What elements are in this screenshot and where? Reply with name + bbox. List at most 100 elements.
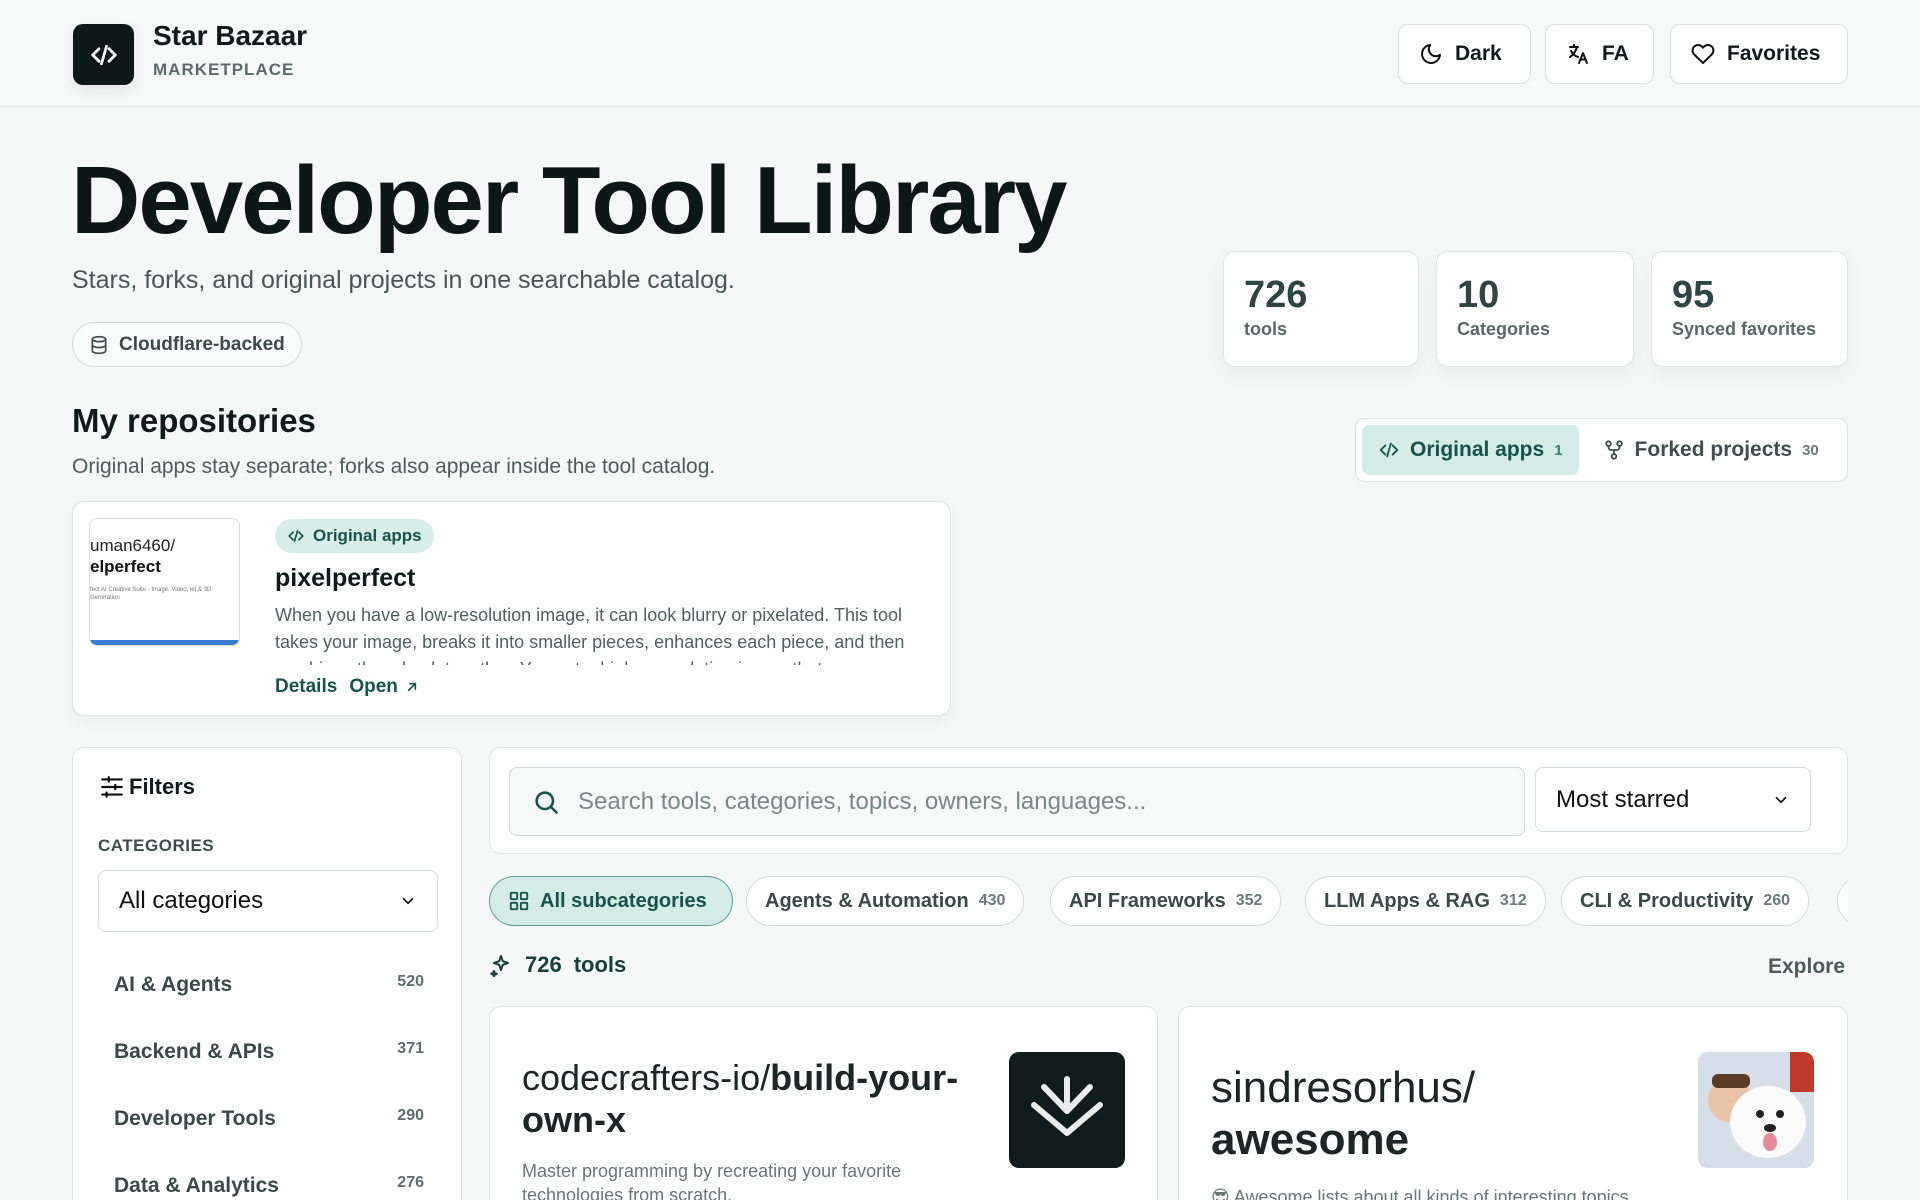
tab-forked-projects[interactable]: Forked projects 30 bbox=[1587, 425, 1835, 475]
chip-cli-productivity[interactable]: CLI & Productivity 260 bbox=[1561, 876, 1810, 926]
chip-count: 352 bbox=[1235, 892, 1263, 909]
filters-label: Filters bbox=[129, 774, 196, 799]
thumbnail-bar bbox=[90, 640, 239, 645]
chip-api-frameworks[interactable]: API Frameworks 352 bbox=[1050, 876, 1282, 926]
brand-subtitle: MARKETPLACE bbox=[153, 60, 295, 79]
chip-label: Agents & Automation bbox=[765, 889, 969, 912]
code-icon bbox=[1379, 442, 1399, 458]
category-count: 371 bbox=[397, 1040, 424, 1057]
category-item-ai-agents[interactable]: AI & Agents 520 bbox=[114, 973, 424, 997]
code-icon bbox=[90, 44, 117, 65]
tool-title[interactable]: sindresorhus/awesome bbox=[1211, 1062, 1671, 1166]
tool-card[interactable]: sindresorhus/awesome 😎 Awesome lists abo… bbox=[1178, 1006, 1848, 1200]
repo-links: Details Open bbox=[275, 676, 420, 698]
category-item-backend-apis[interactable]: Backend & APIs 371 bbox=[114, 1040, 424, 1064]
category-name: Data & Analytics bbox=[114, 1174, 279, 1197]
language-label: FA bbox=[1602, 42, 1629, 65]
backend-badge: Cloudflare-backed bbox=[72, 322, 302, 367]
tool-avatar bbox=[1009, 1052, 1125, 1168]
repo-type-toggle: Original apps 1 Forked projects 30 bbox=[1355, 418, 1848, 482]
sliders-icon bbox=[101, 776, 123, 798]
moon-icon bbox=[1421, 44, 1441, 64]
results-count-unit: tools bbox=[573, 952, 627, 977]
search-panel: Most starred bbox=[489, 747, 1848, 854]
stat-value: 95 bbox=[1672, 274, 1715, 316]
dark-mode-label: Dark bbox=[1455, 42, 1502, 65]
language-button[interactable]: FA bbox=[1545, 24, 1654, 84]
tool-title[interactable]: codecrafters-io/build-your-own-x bbox=[522, 1057, 982, 1141]
tab-label: Original apps bbox=[1410, 438, 1545, 461]
tool-description: 😎 Awesome lists about all kinds of inter… bbox=[1211, 1187, 1629, 1200]
repo-name[interactable]: pixelperfect bbox=[275, 564, 415, 593]
chevron-down-icon bbox=[402, 897, 414, 905]
brand-logo[interactable] bbox=[73, 24, 134, 85]
sort-select-value: Most starred bbox=[1556, 785, 1690, 813]
stat-tools: 726 tools bbox=[1223, 251, 1419, 367]
chip-llm-apps-rag[interactable]: LLM Apps & RAG 312 bbox=[1305, 876, 1546, 926]
dark-mode-button[interactable]: Dark bbox=[1398, 24, 1531, 84]
external-link-icon bbox=[407, 682, 417, 692]
tool-avatar bbox=[1698, 1052, 1814, 1168]
repo-card[interactable]: uman6460/ elperfect fect AI Creative Sui… bbox=[72, 501, 951, 716]
chip-agents-automation[interactable]: Agents & Automation 430 bbox=[746, 876, 1025, 926]
category-select[interactable]: All categories bbox=[98, 870, 438, 932]
original-apps-badge: Original apps bbox=[275, 519, 434, 553]
favorites-button[interactable]: Favorites bbox=[1670, 24, 1848, 84]
thumbnail-owner: uman6460/ bbox=[90, 536, 176, 555]
category-item-data-analytics[interactable]: Data & Analytics 276 bbox=[114, 1174, 424, 1198]
tab-count: 30 bbox=[1802, 441, 1819, 459]
categories-label: CATEGORIES bbox=[98, 836, 215, 855]
open-link[interactable]: Open bbox=[349, 676, 420, 698]
explore-link[interactable]: Explore bbox=[1768, 955, 1845, 979]
grid-icon bbox=[509, 891, 529, 911]
stat-favorites: 95 Synced favorites bbox=[1651, 251, 1848, 367]
tool-owner: sindresorhus/ bbox=[1211, 1063, 1476, 1112]
repo-thumbnail[interactable]: uman6460/ elperfect fect AI Creative Sui… bbox=[89, 518, 240, 646]
chip-all-subcategories[interactable]: All subcategories bbox=[489, 876, 733, 926]
sparkles-icon bbox=[490, 955, 509, 977]
brand-name: Star Bazaar bbox=[153, 20, 308, 51]
results-count: 726 tools bbox=[489, 952, 626, 978]
code-icon bbox=[288, 529, 304, 543]
search-input[interactable] bbox=[578, 787, 1478, 816]
category-name: AI & Agents bbox=[114, 973, 233, 996]
tab-original-apps[interactable]: Original apps 1 bbox=[1362, 425, 1579, 475]
page-subtitle: Stars, forks, and original projects in o… bbox=[72, 266, 735, 294]
section-subtitle: Original apps stay separate; forks also … bbox=[72, 455, 716, 478]
heart-icon bbox=[1691, 44, 1715, 64]
thumbnail-caption: fect AI Creative Suite - Image, Video, l… bbox=[90, 587, 212, 602]
stat-label: tools bbox=[1244, 319, 1287, 339]
repo-description: When you have a low-resolution image, it… bbox=[275, 605, 905, 665]
chip-label: All subcategories bbox=[540, 889, 707, 912]
stat-value: 726 bbox=[1244, 274, 1308, 316]
category-item-developer-tools[interactable]: Developer Tools 290 bbox=[114, 1107, 424, 1131]
translate-icon bbox=[1569, 44, 1588, 64]
category-name: Developer Tools bbox=[114, 1107, 276, 1130]
thumbnail-name: elperfect bbox=[90, 557, 161, 576]
sort-select[interactable]: Most starred bbox=[1535, 767, 1811, 832]
category-count: 276 bbox=[397, 1174, 424, 1191]
category-name: Backend & APIs bbox=[114, 1040, 275, 1063]
codecrafters-logo-icon bbox=[1031, 1076, 1103, 1136]
filters-panel: Filters CATEGORIES All categories AI & A… bbox=[72, 747, 462, 1200]
database-icon bbox=[91, 335, 107, 354]
chip-more[interactable] bbox=[1837, 876, 1848, 926]
fork-icon bbox=[1604, 440, 1623, 460]
tab-label: Forked projects bbox=[1634, 438, 1793, 461]
stat-label: Synced favorites bbox=[1672, 319, 1817, 339]
favorites-label: Favorites bbox=[1727, 42, 1821, 65]
search-box[interactable] bbox=[509, 767, 1525, 836]
stat-label: Categories bbox=[1457, 319, 1551, 339]
subcategory-chips: All subcategories Agents & Automation 43… bbox=[489, 876, 1848, 928]
details-link[interactable]: Details bbox=[275, 676, 337, 698]
top-bar: Star Bazaar MARKETPLACE Dark FA Favorite… bbox=[0, 0, 1920, 107]
tool-card[interactable]: codecrafters-io/build-your-own-x Master … bbox=[489, 1006, 1158, 1200]
chip-count: 430 bbox=[978, 892, 1006, 909]
chip-count: 260 bbox=[1763, 892, 1791, 909]
tool-owner: codecrafters-io/ bbox=[522, 1057, 771, 1098]
open-link-label: Open bbox=[349, 676, 398, 697]
chip-label: API Frameworks bbox=[1069, 889, 1226, 912]
stat-categories: 10 Categories bbox=[1436, 251, 1634, 367]
category-select-value: All categories bbox=[119, 887, 264, 914]
chip-label: CLI & Productivity bbox=[1580, 889, 1754, 912]
